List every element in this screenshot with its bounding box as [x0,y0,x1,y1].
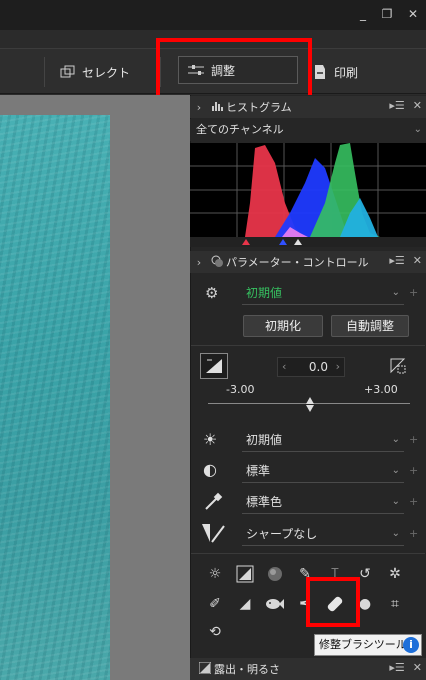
picture-control-select[interactable]: 標準 ⌄ [242,461,404,483]
auto-adjust-button[interactable]: 自動調整 [331,315,409,337]
gradient-tool-icon[interactable]: ◢ [234,593,256,615]
exposure-icon[interactable] [200,353,228,379]
retouch-brush-icon[interactable] [324,593,346,615]
color-control-point-icon[interactable]: ✐ [204,593,226,615]
photo-preview[interactable] [0,115,110,680]
white-balance-select[interactable]: 初期値 ⌄ [242,430,404,452]
panel-close-icon[interactable]: ✕ [413,99,422,112]
section-divider [191,345,425,346]
histogram-title: ヒストグラム [226,101,292,114]
exposure-value: 0.0 [308,360,328,374]
sparkle-tool-icon[interactable]: ✲ [384,563,406,585]
print-tab-label: 印刷 [334,65,359,80]
panel-close-icon[interactable]: ✕ [413,661,422,674]
panel-menu-icon[interactable]: ▸☰ [389,99,404,112]
add-icon[interactable]: + [409,433,418,446]
panel-menu-icon[interactable]: ▸☰ [389,254,404,267]
chevron-down-icon: ⌄ [391,434,400,445]
print-tab[interactable]: 印刷 [312,59,358,85]
exposure-value-field[interactable]: ‹ 0.0 › [277,357,345,377]
pen-tool-icon[interactable]: ✒ [294,593,316,615]
chevron-down-icon: ⌄ [391,287,400,298]
info-icon[interactable]: i [403,637,419,653]
picture-control-icon: ◐ [203,460,217,479]
rotate-tool-icon[interactable]: ↺ [354,563,376,585]
histogram-svg [190,143,426,247]
exposure-slider-thumb-lower[interactable] [306,405,314,412]
adjust-tab-label: 調整 [211,63,236,78]
image-canvas[interactable] [0,95,190,680]
crop-tool-icon[interactable]: ⌗ [384,593,406,615]
restore-button[interactable]: ❐ [376,5,398,23]
sharpness-icon [200,522,228,547]
slider-min-label: -3.00 [226,383,255,396]
sharpness-select[interactable]: シャープなし ⌄ [242,524,404,546]
title-bar: _ ❐ ✕ [0,0,426,30]
exposure-panel-header[interactable]: 露出・明るさ ▸☰ ✕ [190,658,426,680]
chevron-down-icon: ⌄ [391,496,400,507]
add-icon[interactable]: + [409,286,418,299]
brightness-tool-icon[interactable]: ☼ [204,563,226,585]
histogram-icon [208,100,226,115]
param-control-title: パラメーター・コントロール [226,256,369,269]
select-tab[interactable]: セレクト [60,59,130,85]
white-balance-icon: ☀ [203,430,218,449]
adjust-tab[interactable]: 調整 [178,56,298,84]
toolbar-divider [160,57,161,87]
panel-menu-icon[interactable]: ▸☰ [389,661,404,674]
histogram-header[interactable]: › ヒストグラム ▸☰ ✕ [190,96,426,118]
channel-select[interactable]: 全てのチャンネル ⌄ [190,119,426,141]
exposure-slider-thumb[interactable] [306,397,314,404]
chevron-down-icon: ⌄ [391,528,400,539]
exposure-panel-title: 露出・明るさ [214,663,280,676]
decrement-icon[interactable]: ‹ [282,360,286,373]
tooltip-label: 修整ブラシツール [319,638,407,651]
gear-icon: ⚙ [205,284,219,302]
chevron-down-icon: ⌄ [391,465,400,476]
color-select[interactable]: 標準色 ⌄ [242,492,404,514]
add-icon[interactable]: + [409,527,418,540]
retouch-tool-icon[interactable]: ✎ [294,563,316,585]
sliders-icon [188,65,204,75]
preset-select[interactable]: 初期値 ⌄ [242,283,404,305]
chevron-right-icon[interactable]: › [190,256,208,269]
perspective-tool-icon[interactable]: ⌶ [324,563,346,585]
param-control-icon [208,254,226,271]
section-divider [191,553,425,554]
exposure-tool-icon[interactable] [234,563,256,585]
tooltip: 修整ブラシツール i [314,634,422,656]
histogram-graph [190,143,426,247]
select-icon [60,65,75,78]
increment-icon[interactable]: › [336,360,340,373]
add-icon[interactable]: + [409,495,418,508]
transform-tool-icon[interactable]: ⟲ [204,621,226,643]
toolbar-divider [44,57,45,87]
reset-button[interactable]: 初期化 [243,315,323,337]
auto-exposure-icon[interactable] [388,356,408,379]
close-button[interactable]: ✕ [402,5,424,23]
color-picker-icon [203,492,223,515]
add-icon[interactable]: + [409,464,418,477]
param-control-header[interactable]: › パラメーター・コントロール ▸☰ ✕ [190,251,426,273]
select-tab-label: セレクト [82,65,131,80]
panel-close-icon[interactable]: ✕ [413,254,422,267]
exposure-header-icon [196,661,214,677]
chevron-down-icon: ⌄ [413,124,422,135]
fisheye-tool-icon[interactable] [264,593,286,615]
chevron-right-icon[interactable]: › [190,101,208,114]
minimize-button[interactable]: _ [352,5,374,23]
slider-max-label: +3.00 [364,383,398,396]
print-icon [315,65,325,79]
dot-tool-icon[interactable]: ● [354,593,376,615]
color-sphere-tool-icon[interactable] [264,563,286,585]
